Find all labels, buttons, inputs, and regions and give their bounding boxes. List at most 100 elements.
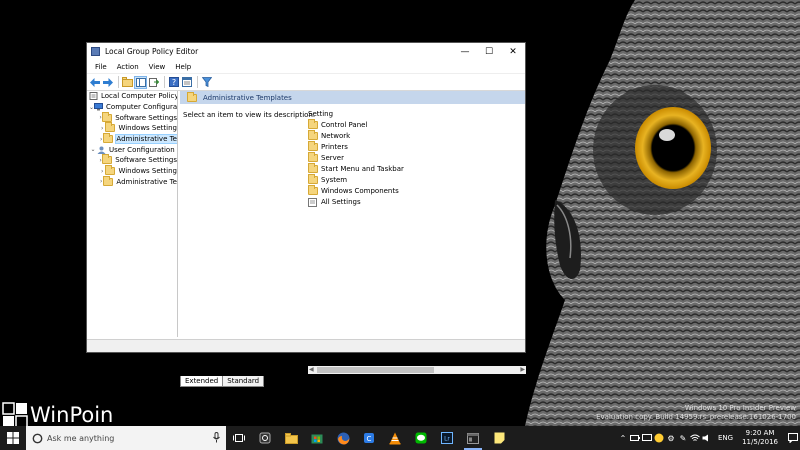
microphone-icon[interactable] bbox=[213, 432, 220, 443]
list-item[interactable]: Windows Components bbox=[308, 185, 523, 197]
tree-item-software-settings[interactable]: › Software Settings bbox=[87, 111, 177, 123]
clock[interactable]: 9:20 AM 11/5/2016 bbox=[742, 429, 778, 447]
taskbar-app-store[interactable] bbox=[304, 426, 330, 450]
title-bar[interactable]: Local Group Policy Editor — ☐ ✕ bbox=[87, 43, 525, 60]
group-policy-editor-window: Local Group Policy Editor — ☐ ✕ File Act… bbox=[86, 42, 526, 387]
list-item-label: Printers bbox=[321, 142, 348, 151]
watermark-line-1: Windows 10 Pro Insider Preview bbox=[684, 404, 796, 412]
line-icon bbox=[415, 432, 427, 444]
tree-item-user-windows-settings[interactable]: › Windows Setting bbox=[87, 165, 177, 177]
settings-tray-icon[interactable]: ⚙ bbox=[665, 426, 677, 450]
tree-item-computer-configuration[interactable]: ⌄ Computer Configura bbox=[87, 102, 177, 113]
svg-text:Lr: Lr bbox=[444, 436, 450, 443]
list-item-label: Network bbox=[321, 131, 351, 140]
cortana-search-box[interactable]: Ask me anything bbox=[26, 426, 226, 450]
export-list-button[interactable] bbox=[148, 77, 159, 88]
filter-icon bbox=[201, 77, 212, 87]
language-indicator[interactable]: ENG bbox=[718, 434, 733, 442]
tree-item-windows-settings[interactable]: › Windows Setting bbox=[87, 122, 177, 134]
filter-button[interactable] bbox=[201, 77, 212, 88]
taskbar-app-file-explorer[interactable] bbox=[278, 426, 304, 450]
wifi-icon[interactable] bbox=[689, 426, 701, 450]
list-item-label: Windows Components bbox=[321, 187, 399, 196]
winpoin-brand: WinPoin bbox=[2, 402, 113, 428]
taskbar-app-group-policy-editor[interactable] bbox=[460, 426, 486, 450]
tree-item-user-software-settings[interactable]: › Software Settings bbox=[87, 154, 177, 166]
folder-icon bbox=[187, 91, 197, 102]
emoji-app-icon[interactable] bbox=[653, 426, 665, 450]
folder-icon bbox=[105, 165, 116, 176]
firefox-icon bbox=[337, 432, 349, 444]
tree-label: Computer Configura bbox=[106, 103, 178, 112]
list-item[interactable]: System bbox=[308, 174, 523, 185]
view-tabs: Extended Standard bbox=[180, 376, 265, 387]
forward-button[interactable] bbox=[102, 77, 113, 88]
pen-icon[interactable]: ✎ bbox=[677, 426, 689, 450]
list-item[interactable]: Start Menu and Taskbar bbox=[308, 162, 523, 174]
app-icon bbox=[91, 47, 100, 56]
window-controls: — ☐ ✕ bbox=[453, 43, 525, 60]
up-folder-button[interactable] bbox=[122, 77, 133, 88]
tree-item-administrative-templates[interactable]: › Administrative Te bbox=[87, 133, 177, 145]
column-header-setting[interactable]: Setting bbox=[308, 108, 523, 119]
start-button[interactable] bbox=[0, 426, 26, 450]
watermark-line-2: Evaluation copy. Build 14959.rs_prerelea… bbox=[596, 413, 796, 421]
task-view-button[interactable] bbox=[226, 426, 252, 450]
menu-view[interactable]: View bbox=[144, 63, 171, 71]
list-item[interactable]: Server bbox=[308, 151, 523, 163]
tab-extended[interactable]: Extended bbox=[180, 376, 224, 387]
volume-icon[interactable] bbox=[701, 426, 713, 450]
folder-icon bbox=[308, 151, 318, 162]
show-hide-tree-button[interactable] bbox=[134, 75, 147, 89]
tab-standard[interactable]: Standard bbox=[222, 376, 265, 387]
folder-icon bbox=[308, 162, 318, 173]
folder-icon bbox=[308, 118, 318, 129]
tree-item-user-configuration[interactable]: ⌄ User Configuration bbox=[87, 144, 177, 155]
properties-button[interactable] bbox=[181, 77, 192, 88]
tree-label: Software Settings bbox=[115, 113, 177, 122]
help-button[interactable]: ? bbox=[168, 77, 179, 88]
search-placeholder: Ask me anything bbox=[47, 433, 115, 443]
list-item[interactable]: All Settings bbox=[308, 197, 523, 208]
window-title: Local Group Policy Editor bbox=[105, 47, 199, 56]
menu-help[interactable]: Help bbox=[170, 63, 196, 71]
scrollbar-thumb[interactable] bbox=[317, 367, 434, 373]
list-item[interactable]: Control Panel bbox=[308, 118, 523, 130]
taskbar-app-camera[interactable] bbox=[252, 426, 278, 450]
minimize-button[interactable]: — bbox=[453, 43, 477, 60]
toolbar-separator bbox=[197, 76, 198, 88]
scroll-left-icon[interactable]: ◀ bbox=[309, 366, 314, 374]
tree-label: Local Computer Policy bbox=[101, 92, 178, 101]
scroll-right-icon[interactable]: ▶ bbox=[520, 366, 525, 374]
system-tray: ⌃ ⚙ ✎ ENG 9:20 AM 11/5/2016 bbox=[617, 426, 800, 450]
tree-item-local-computer-policy[interactable]: Local Computer Policy bbox=[87, 91, 177, 102]
taskbar-app-firefox[interactable] bbox=[330, 426, 356, 450]
taskbar-app-sticky-notes[interactable] bbox=[486, 426, 512, 450]
pane-header-title: Administrative Templates bbox=[203, 93, 292, 102]
collapse-chevron-icon[interactable]: ⌄ bbox=[89, 146, 97, 153]
taskbar-app-lightroom[interactable]: Lr bbox=[434, 426, 460, 450]
user-icon bbox=[97, 146, 106, 154]
list-item[interactable]: Printers bbox=[308, 140, 523, 152]
folder-icon bbox=[308, 185, 318, 196]
menu-file[interactable]: File bbox=[90, 63, 112, 71]
properties-icon bbox=[181, 77, 192, 87]
network-icon[interactable] bbox=[641, 426, 653, 450]
maximize-button[interactable]: ☐ bbox=[477, 43, 501, 60]
taskbar-app-line[interactable] bbox=[408, 426, 434, 450]
tree-label: User Configuration bbox=[109, 145, 175, 154]
taskbar-app-ccleaner[interactable]: C bbox=[356, 426, 382, 450]
close-button[interactable]: ✕ bbox=[501, 43, 525, 60]
arrow-right-icon bbox=[102, 77, 113, 87]
list-item[interactable]: Network bbox=[308, 129, 523, 141]
action-center-button[interactable] bbox=[786, 433, 800, 443]
horizontal-scrollbar[interactable]: ◀ ▶ bbox=[308, 366, 526, 374]
show-hidden-icons-button[interactable]: ⌃ bbox=[617, 426, 629, 450]
mmc-console-icon bbox=[467, 432, 479, 444]
battery-icon[interactable] bbox=[629, 426, 641, 450]
taskbar-app-vlc[interactable] bbox=[382, 426, 408, 450]
tree-item-user-administrative-templates[interactable]: › Administrative Te bbox=[87, 175, 177, 188]
menu-action[interactable]: Action bbox=[112, 63, 144, 71]
back-button[interactable] bbox=[89, 77, 100, 88]
toolbar-separator bbox=[164, 76, 165, 88]
